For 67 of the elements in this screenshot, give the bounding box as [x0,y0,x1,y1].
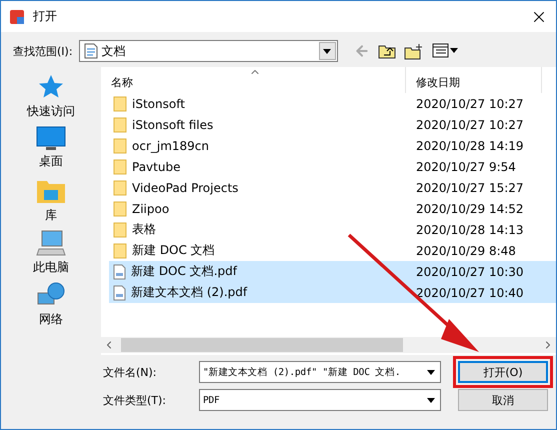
file-type-label: 文件类型(T): [103,392,168,408]
place-label[interactable]: 此电脑 [33,259,69,276]
window-title: 打开 [33,8,58,25]
file-row[interactable]: 表格 2020/10/28 14:13 [109,219,556,240]
computer-icon [36,229,66,257]
cancel-button[interactable]: 取消 [458,389,548,411]
horizontal-scrollbar[interactable] [101,337,556,353]
modified-date: 2020/10/29 14:52 [415,202,524,216]
modified-date: 2020/10/27 10:27 [415,118,524,132]
modified-date: 2020/10/28 14:19 [415,138,524,152]
folder-icon [113,180,127,196]
file-row[interactable]: ocr_jm189cn 2020/10/28 14:19 [109,135,556,156]
file-row[interactable]: iStonsoft files 2020/10/27 10:27 [109,114,556,135]
file-name: ocr_jm189cn [132,138,210,152]
place-label[interactable]: 桌面 [39,153,63,170]
folder-icon [113,158,127,174]
folder-icon [113,200,127,216]
file-type-dropdown[interactable]: PDF [199,389,441,411]
place-label[interactable]: 快速访问 [27,103,75,120]
file-row[interactable]: Pavtube 2020/10/27 9:54 [109,156,556,177]
file-name: iStonsoft files [132,118,214,132]
column-header[interactable]: 名称 [101,67,406,93]
monitor-icon [36,125,66,151]
file-row[interactable]: Ziipoo 2020/10/29 14:52 [109,198,556,219]
view-menu-icon[interactable] [432,43,458,59]
file-name: 表格 [132,221,156,238]
file-name: 新建 DOC 文档.pdf [131,263,237,280]
look-in-label: 查找范围(I): [13,44,73,58]
file-row[interactable]: VideoPad Projects 2020/10/27 15:27 [109,177,556,198]
modified-date: 2020/10/29 8:48 [415,244,516,258]
modified-date: 2020/10/27 10:30 [415,264,524,278]
pdf-file-icon [113,284,126,300]
dropdown-arrow-icon [323,48,332,54]
folder-icon [113,116,127,132]
folder-icon [113,222,127,238]
modified-date: 2020/10/27 10:40 [415,286,524,300]
pdf-file-icon [113,264,126,280]
modified-date: 2020/10/27 9:54 [415,160,516,174]
file-name: Pavtube [132,160,180,174]
folder-icon [113,242,127,258]
file-name-label: 文件名(N): [103,364,158,380]
place-label[interactable]: 库 [45,207,57,224]
file-name: iStonsoft [132,96,185,110]
file-name: VideoPad Projects [132,180,238,194]
up-folder-icon[interactable] [378,43,396,59]
file-row[interactable]: 新建 DOC 文档 2020/10/29 8:48 [109,240,556,261]
column-header[interactable]: 修改日期 [406,67,542,93]
document-icon [84,43,98,59]
modified-date: 2020/10/28 14:13 [415,222,524,236]
modified-date: 2020/10/27 10:27 [415,96,524,110]
file-row[interactable]: iStonsoft 2020/10/27 10:27 [109,93,556,114]
app-logo-icon [9,8,25,24]
file-row[interactable]: 新建文本文档 (2).pdf 2020/10/27 10:40 [109,282,556,303]
file-name: 新建文本文档 (2).pdf [131,284,248,301]
folder-icon [113,138,127,154]
file-name-field[interactable]: "新建文本文档 (2).pdf" "新建 DOC 文档. [199,361,441,383]
modified-date: 2020/10/27 15:27 [415,180,524,194]
dropdown-arrow-icon [426,398,434,402]
look-in-dropdown[interactable]: 文档 [78,40,338,62]
place-label[interactable]: 网络 [39,311,63,328]
file-name: Ziipoo [132,202,170,216]
folder-icon [113,96,127,112]
file-name: 新建 DOC 文档 [132,242,215,259]
dropdown-arrow-icon [426,370,434,374]
open-button[interactable]: 打开(O) [458,361,548,383]
file-row[interactable]: 新建 DOC 文档.pdf 2020/10/27 10:30 [109,261,556,282]
new-folder-icon[interactable] [404,42,424,60]
